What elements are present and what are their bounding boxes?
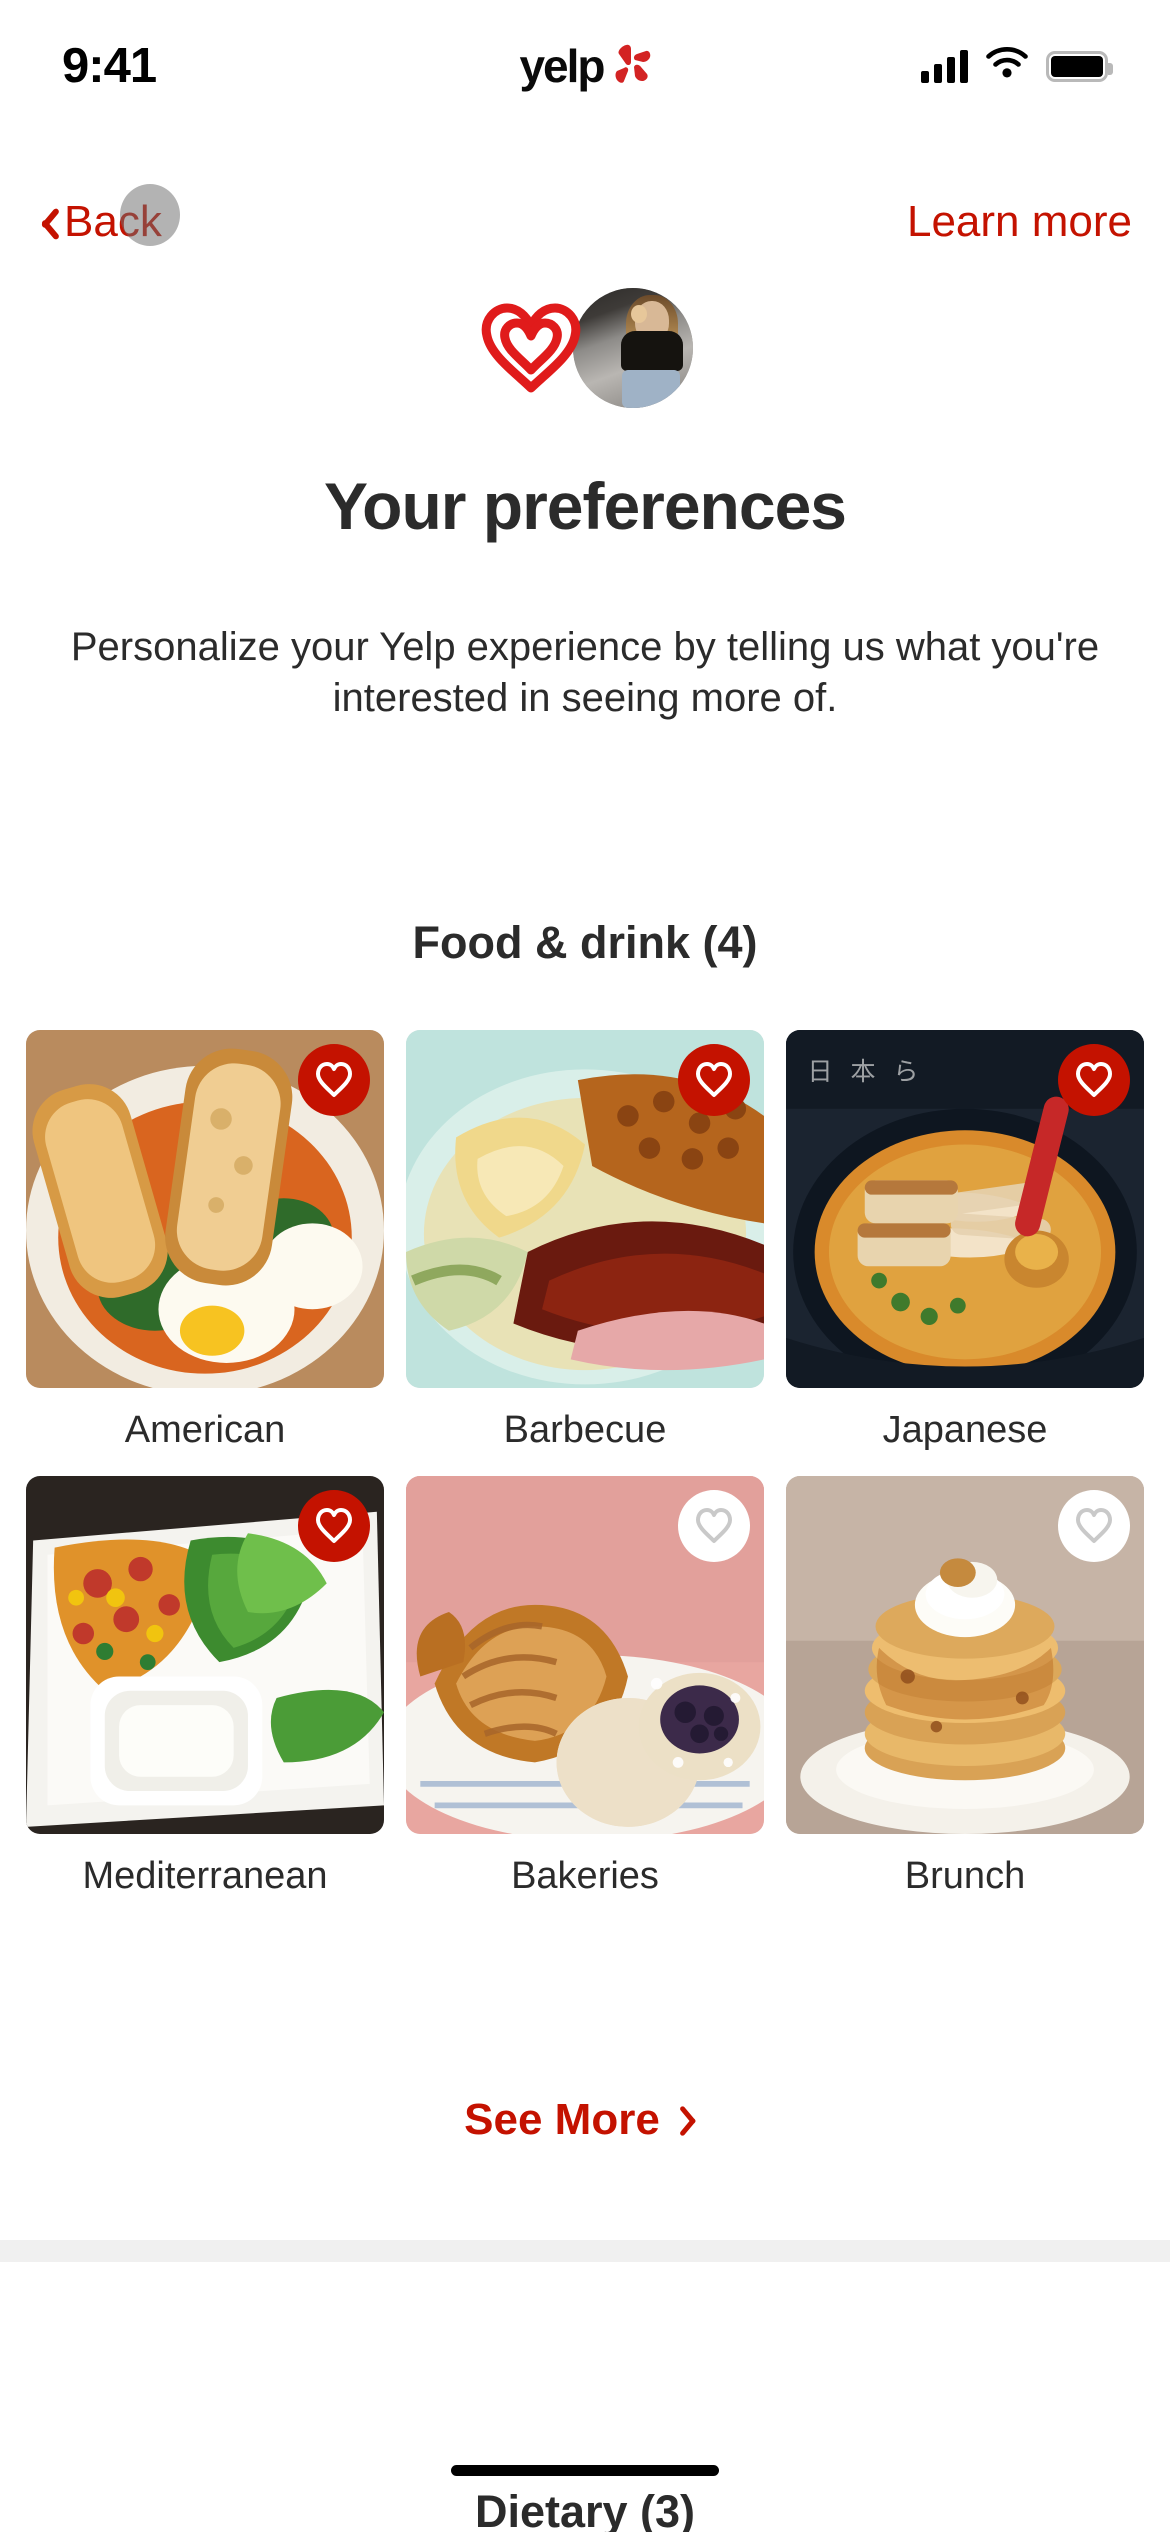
category-image-japanese: 日本ら — [786, 1030, 1144, 1388]
svg-text:本: 本 — [850, 1058, 875, 1086]
avatar — [573, 288, 693, 408]
heart-toggle-japanese[interactable] — [1058, 1044, 1130, 1116]
category-label-american: American — [124, 1409, 286, 1451]
svg-text:日: 日 — [807, 1059, 832, 1086]
category-label-brunch: Brunch — [904, 1854, 1026, 1897]
chevron-right-icon — [686, 2102, 706, 2138]
chevron-left-icon — [30, 202, 56, 242]
category-card-american[interactable]: American — [26, 1030, 384, 1452]
category-label-bakeries: Bakeries — [511, 1854, 659, 1897]
status-bar-indicators — [808, 47, 1113, 85]
heart-toggle-bakeries[interactable] — [678, 1489, 750, 1562]
app-screen: 9:41 yelp Back Learn more Your preferenc… — [0, 0, 1170, 2532]
svg-text:ら: ら — [893, 1059, 918, 1086]
page-title: Your preferences — [324, 469, 847, 543]
heart-toggle-brunch[interactable] — [1058, 1489, 1130, 1562]
category-image-american — [26, 1030, 384, 1388]
hero-icon-group — [0, 288, 1170, 408]
category-grid: American Barbecue 日 本 ら Japanese Mediter… — [0, 1030, 1170, 1898]
category-card-mediterranean[interactable]: Mediterranean — [26, 1475, 384, 1898]
category-card-japanese[interactable]: 日本ら Japanese — [786, 1030, 1144, 1452]
category-label-mediterranean: Mediterranean — [82, 1854, 328, 1897]
home-indicator — [451, 2465, 719, 2476]
back-button[interactable]: Back — [26, 184, 180, 250]
yelp-wordmark: yelp — [519, 40, 605, 92]
section-title-dietary: Dietary (3) — [474, 2486, 696, 2532]
yelp-burst-icon — [609, 43, 651, 89]
category-card-brunch[interactable]: Brunch — [786, 1475, 1144, 1898]
battery-full-icon — [1045, 50, 1113, 82]
category-card-bakeries[interactable]: Bakeries — [406, 1475, 764, 1898]
status-bar-time: 9:41 — [62, 39, 157, 93]
wifi-icon — [985, 47, 1029, 85]
learn-more-link[interactable]: Learn more — [895, 191, 1144, 253]
status-bar: 9:41 yelp — [0, 0, 1170, 132]
heart-toggle-barbecue[interactable] — [678, 1044, 750, 1116]
heart-toggle-american[interactable] — [298, 1044, 370, 1116]
category-label-japanese: Japanese — [882, 1409, 1048, 1451]
category-label-barbecue: Barbecue — [503, 1409, 667, 1451]
see-more-label: See More — [464, 2095, 660, 2144]
category-image-barbecue — [406, 1030, 764, 1388]
navigation-bar: Back Learn more — [0, 178, 1170, 266]
category-image-bakeries — [406, 1475, 764, 1834]
back-button-label: Back — [64, 197, 162, 246]
yelp-heart-logo-icon — [477, 300, 585, 396]
category-card-barbecue[interactable]: Barbecue — [406, 1030, 764, 1452]
category-image-mediterranean — [26, 1475, 384, 1834]
yelp-logo: yelp — [519, 43, 650, 89]
category-image-brunch — [786, 1475, 1144, 1834]
page-subtitle: Personalize your Yelp experience by tell… — [70, 625, 1100, 721]
see-more-button[interactable]: See More — [0, 2095, 1170, 2145]
section-divider — [0, 2240, 1170, 2262]
heart-toggle-mediterranean[interactable] — [298, 1489, 370, 1562]
cellular-signal-icon — [920, 49, 968, 83]
section-title-food-drink: Food & drink (4) — [412, 917, 758, 968]
